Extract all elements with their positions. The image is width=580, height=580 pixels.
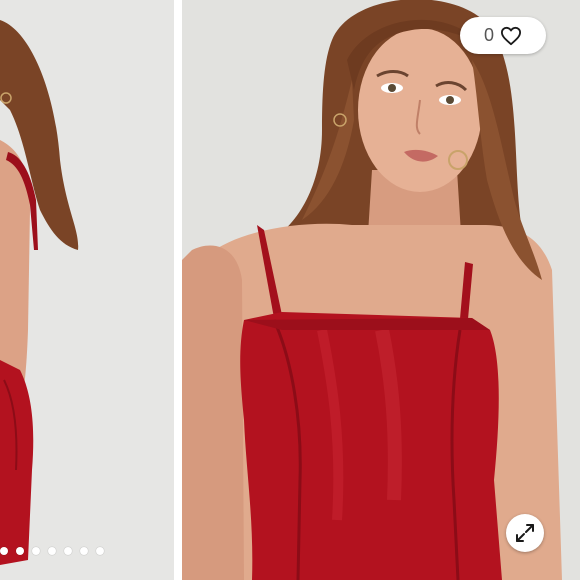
like-count: 0 [483,25,494,45]
pagination-dot[interactable] [32,547,40,555]
image-pagination [0,547,104,555]
main-product-image[interactable] [182,0,580,580]
model-in-red-dress-illustration [182,0,580,580]
pagination-dot[interactable] [48,547,56,555]
expand-image-button[interactable] [506,514,544,552]
pagination-dot[interactable] [96,547,104,555]
heart-outline-icon [500,26,521,45]
pagination-dot[interactable] [0,547,8,555]
expand-arrows-icon [516,524,534,542]
previous-product-image[interactable] [0,0,174,580]
pagination-dot[interactable] [16,547,24,555]
product-image-gallery: 0 [0,0,580,580]
pagination-dot[interactable] [80,547,88,555]
like-button[interactable]: 0 [460,17,546,54]
pagination-dot[interactable] [64,547,72,555]
previous-model-illustration [0,0,174,580]
